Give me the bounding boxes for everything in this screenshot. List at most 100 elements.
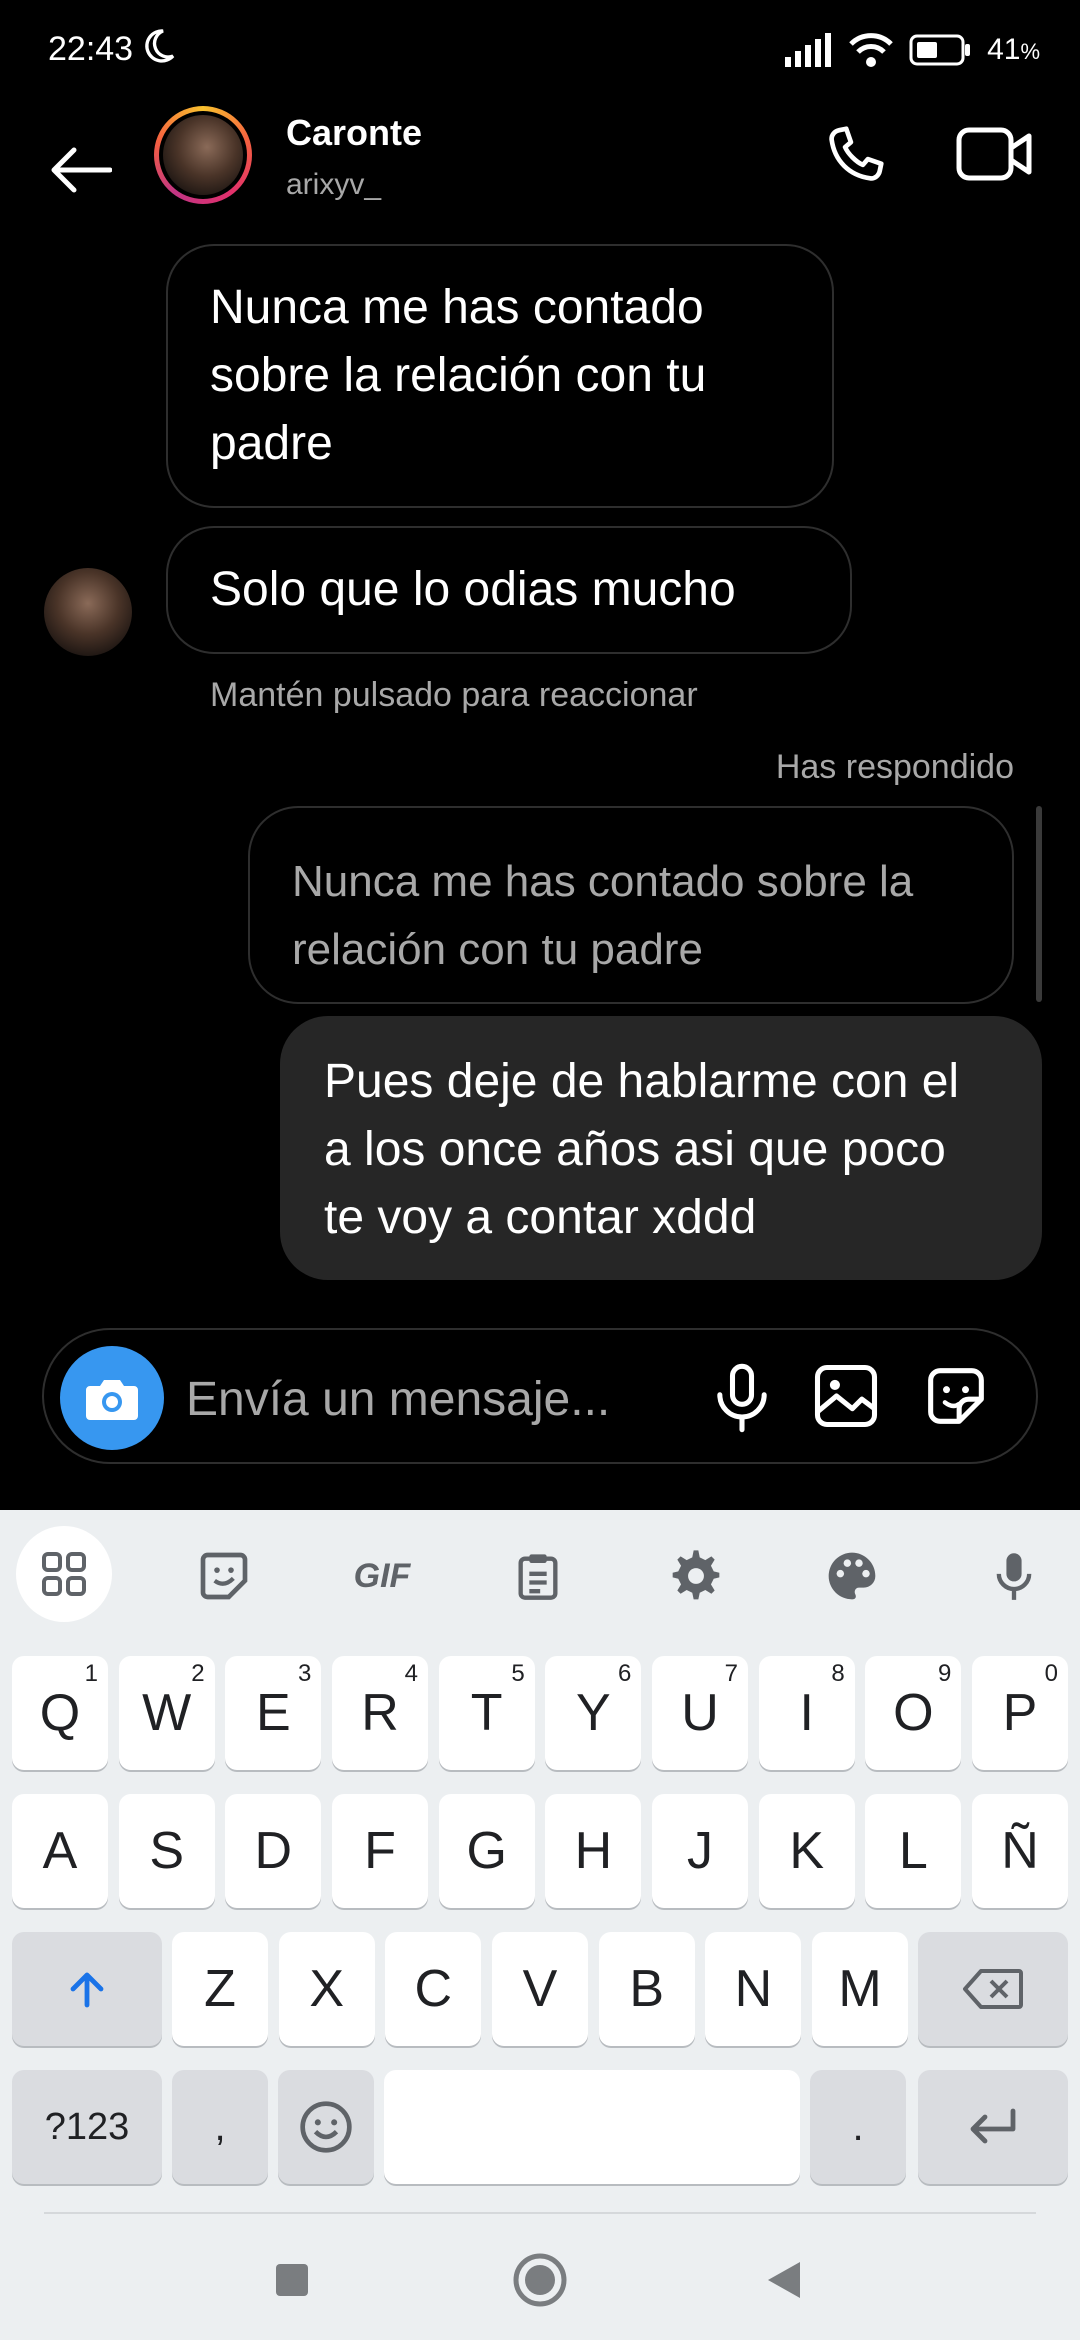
key-e[interactable]: E3	[225, 1656, 322, 1770]
symbols-key[interactable]: ?123	[12, 2070, 162, 2184]
contact-username[interactable]: arixyv_	[286, 168, 381, 202]
key-hint-number: 4	[404, 1660, 418, 1687]
theme-button[interactable]	[812, 1536, 892, 1616]
camera-button[interactable]	[60, 1346, 164, 1450]
key-hint-number: 3	[297, 1660, 312, 1687]
key-o[interactable]: O9	[865, 1656, 962, 1770]
replied-label: Has respondido	[775, 748, 1014, 786]
sticker-button[interactable]	[918, 1358, 994, 1434]
moon-icon	[145, 29, 175, 63]
shift-arrow-icon	[70, 1972, 104, 2008]
key-p[interactable]: P0	[972, 1656, 1069, 1770]
key-d[interactable]: D	[225, 1794, 322, 1908]
message-input[interactable]	[184, 1360, 708, 1438]
key-b[interactable]: B	[598, 1932, 695, 2046]
wifi-icon	[849, 33, 893, 67]
battery-percentage: 41%	[987, 33, 1040, 66]
shift-key[interactable]	[12, 1932, 162, 2046]
space-key[interactable]	[384, 2070, 800, 2184]
incoming-message-bubble[interactable]: Solo que lo odias mucho	[166, 526, 852, 654]
grid-icon	[42, 1552, 86, 1596]
contact-avatar[interactable]	[154, 106, 252, 204]
back-button[interactable]	[40, 130, 120, 210]
key-m[interactable]: M	[812, 1932, 909, 2046]
enter-arrow-icon	[970, 2108, 1016, 2144]
emoji-key[interactable]	[278, 2070, 374, 2184]
navbar-divider	[44, 2212, 1036, 2214]
key-h[interactable]: H	[545, 1794, 642, 1908]
battery-icon	[909, 34, 971, 66]
contact-name[interactable]: Caronte	[286, 112, 422, 154]
gallery-button[interactable]	[808, 1358, 884, 1434]
enter-key[interactable]	[918, 2070, 1068, 2184]
quoted-reply[interactable]: Nunca me has contado sobre la relación c…	[248, 806, 1014, 1004]
video-call-button[interactable]	[955, 120, 1035, 190]
key-a[interactable]: A	[12, 1794, 108, 1908]
key-r[interactable]: R4	[332, 1656, 428, 1770]
period-key[interactable]: .	[810, 2070, 906, 2184]
key-hint-number: 8	[831, 1660, 845, 1687]
signal-icon	[785, 33, 832, 67]
voice-message-button[interactable]	[704, 1360, 780, 1436]
keyboard-apps-button[interactable]	[16, 1526, 112, 1622]
gear-icon	[672, 1550, 720, 1600]
audio-call-button[interactable]	[820, 120, 890, 190]
back-arrow-icon	[51, 147, 112, 193]
avatar-image	[163, 115, 243, 195]
microphone-icon	[717, 1363, 767, 1433]
key-k[interactable]: K	[758, 1794, 855, 1908]
phone-icon	[829, 126, 884, 181]
palette-icon	[828, 1552, 876, 1600]
key-i[interactable]: I8	[758, 1656, 855, 1770]
message-composer	[42, 1328, 1038, 1464]
sticker-icon	[928, 1368, 984, 1424]
clipboard-icon	[518, 1554, 558, 1600]
sticker-face-icon	[200, 1552, 248, 1600]
system-navigation-bar	[0, 2220, 1080, 2340]
microphone-icon	[996, 1553, 1032, 1600]
clipboard-button[interactable]	[498, 1536, 578, 1616]
key-w[interactable]: W2	[118, 1656, 215, 1770]
key-z[interactable]: Z	[172, 1932, 268, 2046]
recents-icon[interactable]	[274, 2262, 310, 2298]
gif-button[interactable]: GIF	[342, 1536, 422, 1616]
key-j[interactable]: J	[652, 1794, 749, 1908]
key-hint-number: 5	[511, 1660, 525, 1687]
backspace-icon	[963, 1969, 1023, 2009]
emoji-sticker-button[interactable]	[184, 1536, 264, 1616]
back-nav-icon[interactable]	[764, 2260, 804, 2300]
key-hint-number: 0	[1044, 1660, 1059, 1687]
backspace-key[interactable]	[918, 1932, 1068, 2046]
image-icon	[814, 1364, 878, 1428]
key-f[interactable]: F	[332, 1794, 428, 1908]
status-bar: 22:43 41%	[0, 0, 1080, 100]
outgoing-message-bubble[interactable]: Pues deje de hablarme con el a los once …	[280, 1016, 1042, 1280]
key-q[interactable]: Q1	[12, 1656, 108, 1770]
key-v[interactable]: V	[492, 1932, 588, 2046]
key-y[interactable]: Y6	[545, 1656, 642, 1770]
key-c[interactable]: C	[385, 1932, 482, 2046]
key-u[interactable]: U7	[652, 1656, 749, 1770]
settings-button[interactable]	[656, 1536, 736, 1616]
key-t[interactable]: T5	[438, 1656, 535, 1770]
camera-icon	[86, 1380, 138, 1420]
sender-avatar[interactable]	[44, 568, 132, 656]
key-s[interactable]: S	[118, 1794, 215, 1908]
status-time: 22:43	[48, 30, 134, 68]
key-l[interactable]: L	[865, 1794, 962, 1908]
key-n[interactable]: N	[705, 1932, 802, 2046]
comma-key[interactable]: ,	[172, 2070, 268, 2184]
voice-typing-button[interactable]	[974, 1536, 1054, 1616]
video-camera-icon	[956, 127, 1032, 181]
status-indicators: 41%	[785, 28, 1040, 72]
keyboard: GIF ?123 , . Q 1 W 2 E 3 R 4 T 5 Y 6 U 7…	[0, 1510, 1080, 2340]
key-g[interactable]: G	[438, 1794, 535, 1908]
key-ñ[interactable]: Ñ	[972, 1794, 1069, 1908]
reply-indicator-bar	[1036, 806, 1042, 1002]
key-hint-number: 9	[938, 1660, 952, 1687]
chat-header: Caronte arixyv_	[0, 100, 1080, 240]
key-x[interactable]: X	[278, 1932, 375, 2046]
incoming-message-bubble[interactable]: Nunca me has contado sobre la relación c…	[166, 244, 834, 508]
key-hint-number: 7	[724, 1660, 739, 1687]
home-icon[interactable]	[512, 2252, 568, 2308]
